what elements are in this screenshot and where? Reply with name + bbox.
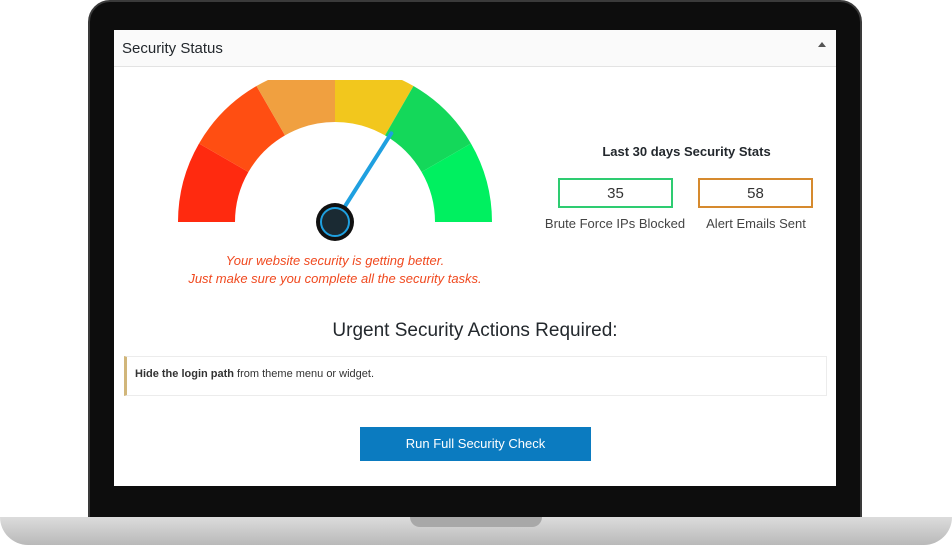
gauge-message-line-1: Your website security is getting better.	[225, 253, 445, 268]
panel-header: Security Status	[114, 30, 836, 67]
gauge-message: Your website security is getting better.…	[154, 252, 516, 288]
action-link[interactable]: Hide the login path	[135, 368, 234, 380]
brute-force-count: 35	[558, 178, 673, 208]
collapse-arrow-icon[interactable]	[818, 42, 826, 47]
alert-emails-count: 58	[698, 178, 813, 208]
brute-force-label: Brute Force IPs Blocked	[544, 216, 686, 231]
stats-title: Last 30 days Security Stats	[602, 144, 771, 159]
gauge-message-line-2: Just make sure you complete all the secu…	[188, 271, 482, 286]
gauge-hub-inner	[320, 207, 350, 237]
action-description: from theme menu or widget.	[234, 368, 375, 380]
alert-emails-label: Alert Emails Sent	[706, 216, 806, 231]
urgent-actions-title: Urgent Security Actions Required:	[332, 320, 618, 341]
security-action-item: Hide the login path from theme menu or w…	[124, 356, 827, 396]
security-gauge	[178, 80, 492, 241]
run-full-security-check-button[interactable]: Run Full Security Check	[360, 427, 591, 461]
action-text: Hide the login path from theme menu or w…	[135, 368, 374, 380]
security-status-panel: Security Status Your website security is…	[114, 30, 836, 486]
panel-title: Security Status	[122, 40, 223, 57]
laptop-notch	[410, 517, 542, 527]
